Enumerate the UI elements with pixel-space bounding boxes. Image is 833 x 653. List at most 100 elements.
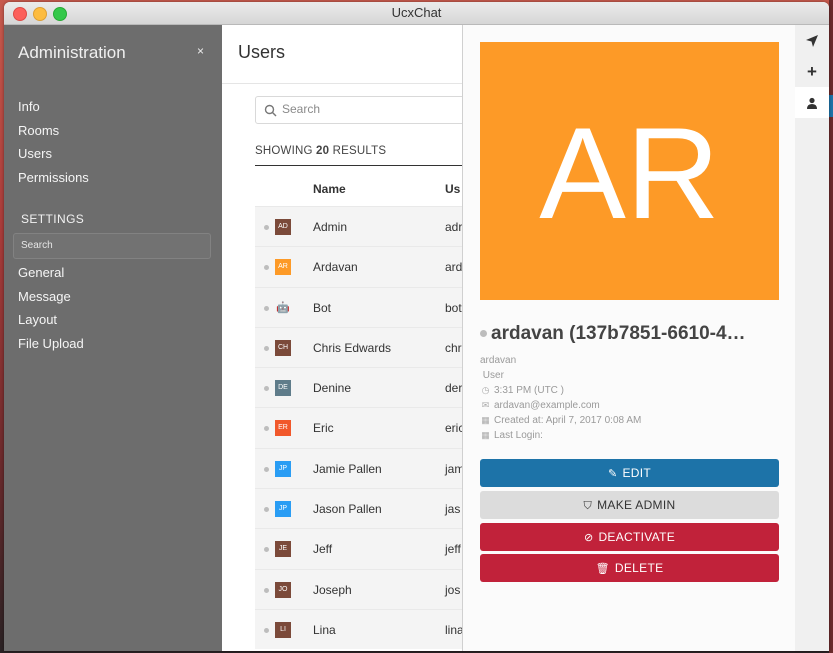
sidebar-item-users[interactable]: Users	[18, 142, 89, 166]
user-name: Ardavan	[313, 260, 358, 275]
user-created: ▦ Created at: April 7, 2017 0:08 AM	[481, 415, 642, 426]
user-name: Denine	[313, 381, 352, 396]
sidebar-item-message[interactable]: Message	[18, 285, 84, 309]
user-username: bot	[445, 300, 462, 315]
settings-search-input[interactable]: Search	[13, 233, 211, 259]
user-username: jeff	[445, 542, 461, 557]
table-row[interactable]: LI Lina lina	[255, 608, 462, 650]
admin-sidebar: Administration × Info Rooms Users Permis…	[4, 25, 222, 651]
divider	[222, 83, 462, 84]
avatar: LI	[275, 621, 291, 638]
user-details: ardavan User ◷ 3:31 PM (UTC ) ✉ ardavan@ex…	[480, 353, 641, 443]
table-row[interactable]: AD Admin adr	[255, 206, 462, 247]
user-name: Bot	[313, 300, 332, 315]
user-name: Eric	[313, 421, 334, 436]
user-email: ✉ ardavan@example.com	[481, 400, 600, 411]
delete-button[interactable]: 🗑 DELETE	[480, 554, 779, 582]
user-username: eric	[445, 421, 462, 436]
user-info-panel: AR ardavan (137b7851-6610-4… ardavan Use…	[462, 25, 796, 651]
status-dot	[264, 345, 269, 351]
table-row[interactable]: JO Joseph jos	[255, 568, 462, 609]
clock-icon: ◷	[481, 385, 490, 395]
send-icon[interactable]	[795, 25, 829, 56]
user-name: Jeff	[313, 542, 333, 557]
ban-icon: ⊘	[583, 532, 594, 544]
user-name: Joseph	[313, 582, 352, 597]
sidebar-item-rooms[interactable]: Rooms	[18, 119, 89, 143]
bot-avatar-icon: 🤖	[275, 299, 291, 316]
table-row[interactable]: 🤖 Bot bot	[255, 286, 462, 327]
status-dot	[264, 587, 269, 593]
avatar: JP	[275, 460, 291, 477]
settings-nav: General Message Layout File Upload	[18, 261, 84, 356]
plus-icon[interactable]: +	[795, 56, 829, 87]
user-avatar-large: AR	[480, 42, 779, 300]
table-row[interactable]: DE Denine der	[255, 367, 462, 408]
user-username: jos	[445, 582, 461, 597]
table-row[interactable]: CH Chris Edwards chr	[255, 326, 462, 368]
column-header-username[interactable]: Us	[445, 182, 460, 196]
calendar-icon: ▦	[481, 430, 490, 440]
user-username: jas	[445, 502, 461, 517]
table-row[interactable]: JP Jamie Pallen jam	[255, 447, 462, 489]
user-name: Jamie Pallen	[313, 461, 382, 476]
user-name: Admin	[313, 220, 348, 234]
status-dot	[264, 426, 269, 432]
app-window: UcxChat Administration × Info Rooms User…	[4, 2, 829, 651]
title-bar: UcxChat	[4, 2, 829, 25]
edit-button[interactable]: ✎ EDIT	[480, 459, 779, 487]
user-display-name: ardavan (137b7851-6610-4…	[480, 323, 746, 345]
table-row[interactable]: ER Eric eric	[255, 407, 462, 448]
settings-heading: SETTINGS	[21, 212, 85, 226]
page-title: Users	[238, 42, 286, 62]
column-header-name[interactable]: Name	[313, 182, 346, 196]
user-username: adr	[445, 220, 462, 234]
avatar: AD	[275, 219, 291, 235]
user-time: ◷ 3:31 PM (UTC )	[481, 385, 565, 396]
right-toolbar: +	[795, 25, 829, 651]
status-dot	[264, 627, 269, 633]
table-row[interactable]: JP Jason Pallen jas	[255, 488, 462, 529]
status-dot	[264, 466, 269, 472]
status-dot	[264, 265, 269, 271]
sidebar-item-file-upload[interactable]: File Upload	[18, 332, 84, 356]
status-dot	[264, 225, 269, 230]
make-admin-button[interactable]: ⛉ MAKE ADMIN	[480, 491, 779, 519]
sidebar-item-layout[interactable]: Layout	[18, 308, 84, 332]
user-last-login: ▦ Last Login:	[481, 430, 543, 441]
user-username: ard	[445, 260, 462, 275]
avatar: AR	[275, 259, 291, 276]
shield-icon: ⛉	[583, 500, 593, 512]
sidebar-item-permissions[interactable]: Permissions	[18, 166, 89, 190]
table-header: Name Us	[255, 166, 462, 206]
avatar: JO	[275, 581, 291, 598]
status-dot	[264, 507, 269, 513]
user-icon[interactable]	[795, 87, 829, 118]
envelope-icon: ✉	[481, 400, 490, 410]
user-username: chr	[445, 340, 462, 355]
window-close-button[interactable]	[13, 7, 27, 21]
admin-nav: Info Rooms Users Permissions	[18, 95, 89, 190]
deactivate-button[interactable]: ⊘ DEACTIVATE	[480, 523, 779, 551]
window-maximize-button[interactable]	[53, 7, 67, 21]
sidebar-item-general[interactable]: General	[18, 261, 84, 285]
status-dot	[480, 330, 487, 338]
avatar: DE	[275, 380, 291, 397]
users-search-input[interactable]	[280, 101, 454, 117]
window-title: UcxChat	[391, 5, 442, 20]
edit-icon: ✎	[607, 468, 618, 480]
trash-icon: 🗑	[595, 563, 610, 575]
table-row[interactable]: JE Jeff jeff	[255, 528, 462, 569]
sidebar-item-info[interactable]: Info	[18, 95, 89, 119]
status-dot	[264, 305, 269, 311]
users-table-body: AD Admin adr AR Ardavan ard 🤖 Bot bot CH Chris Edw…	[255, 206, 462, 650]
user-username: der	[445, 381, 462, 396]
sidebar-close-icon[interactable]: ×	[197, 44, 204, 58]
users-search-box[interactable]	[255, 96, 462, 124]
window-minimize-button[interactable]	[33, 7, 47, 21]
user-username: jam	[445, 461, 462, 476]
sidebar-title: Administration	[18, 43, 126, 62]
table-row[interactable]: AR Ardavan ard	[255, 246, 462, 287]
calendar-icon: ▦	[481, 415, 490, 425]
user-name: Jason Pallen	[313, 502, 382, 517]
